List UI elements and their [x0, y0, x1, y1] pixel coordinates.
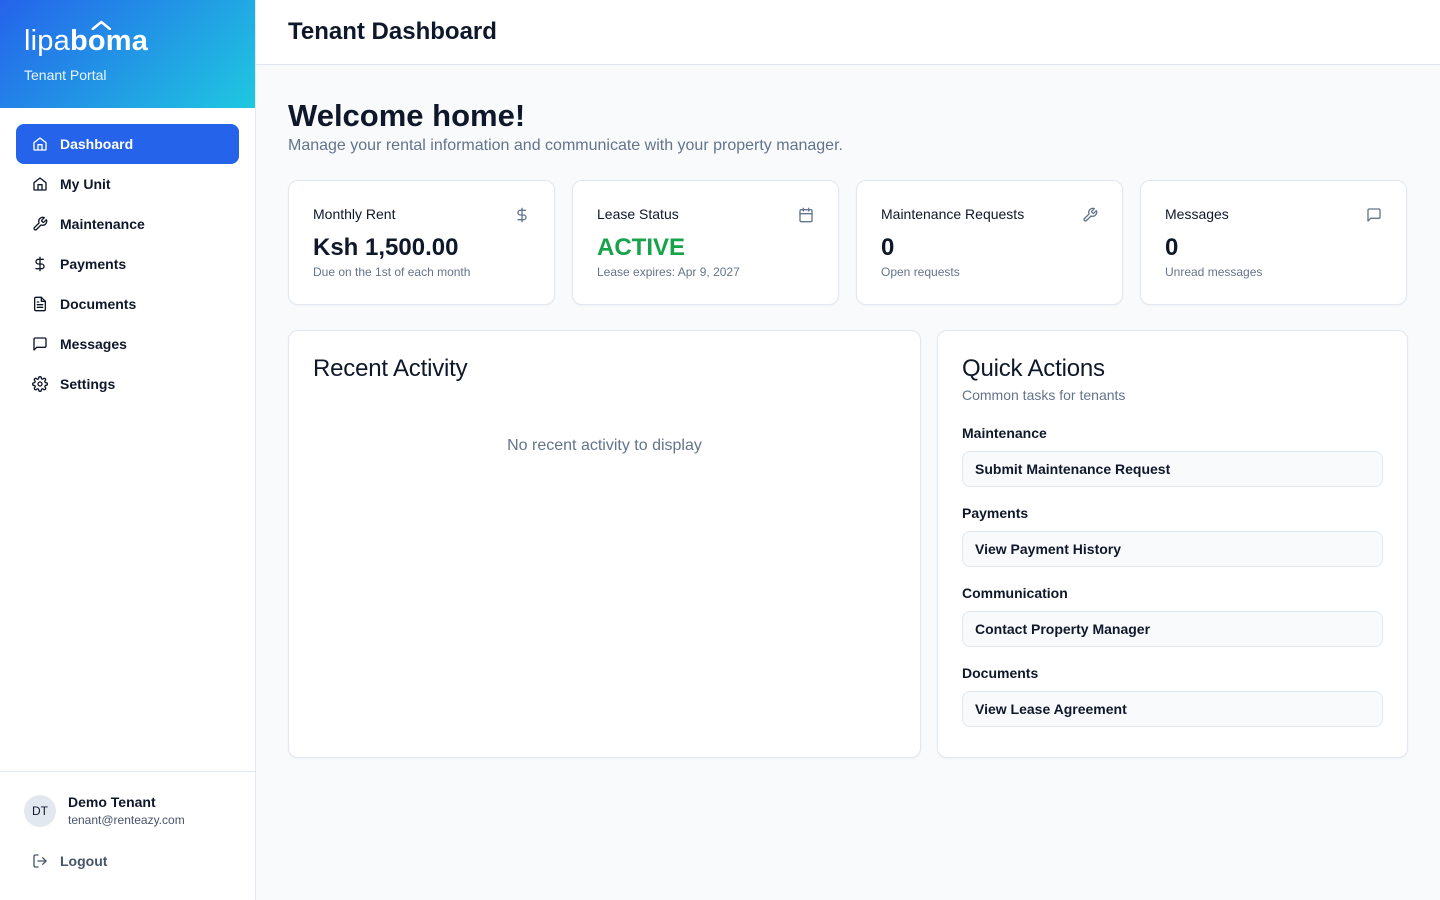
sidebar: lipaboma Tenant Portal Dashboard My Unit… [0, 0, 256, 900]
panels-row: Recent Activity No recent activity to di… [288, 330, 1408, 758]
sidebar-item-settings[interactable]: Settings [16, 364, 239, 404]
stat-card-maintenance-requests: Maintenance Requests 0 Open requests [856, 180, 1123, 305]
message-icon [32, 336, 48, 352]
view-lease-agreement-button[interactable]: View Lease Agreement [962, 691, 1383, 727]
stat-title: Messages [1165, 206, 1229, 222]
qa-group-documents: Documents View Lease Agreement [962, 665, 1383, 727]
user-email: tenant@renteazy.com [68, 813, 185, 827]
sidebar-item-label: My Unit [60, 176, 111, 192]
sidebar-item-maintenance[interactable]: Maintenance [16, 204, 239, 244]
sidebar-item-documents[interactable]: Documents [16, 284, 239, 324]
qa-group-payments: Payments View Payment History [962, 505, 1383, 567]
qa-group-label: Documents [962, 665, 1039, 681]
sidebar-item-label: Payments [60, 256, 127, 272]
stats-row: Monthly Rent Ksh 1,500.00 Due on the 1st… [288, 180, 1408, 305]
view-payment-history-button[interactable]: View Payment History [962, 531, 1383, 567]
quick-actions-subtitle: Common tasks for tenants [962, 387, 1126, 403]
recent-activity-title: Recent Activity [313, 355, 468, 382]
sidebar-nav: Dashboard My Unit Maintenance Payments D… [0, 108, 255, 404]
stat-card-monthly-rent: Monthly Rent Ksh 1,500.00 Due on the 1st… [288, 180, 555, 305]
stat-title: Monthly Rent [313, 206, 396, 222]
recent-activity-panel: Recent Activity No recent activity to di… [288, 330, 921, 758]
sidebar-item-label: Messages [60, 336, 127, 352]
sidebar-item-label: Settings [60, 376, 116, 392]
stat-value: 0 [1165, 234, 1179, 261]
gear-icon [32, 376, 48, 392]
logo-roof-icon [91, 20, 112, 30]
sidebar-item-dashboard[interactable]: Dashboard [16, 124, 239, 164]
qa-group-label: Communication [962, 585, 1068, 601]
logout-icon [33, 854, 47, 868]
top-bar: Tenant Dashboard [256, 0, 1440, 65]
page-title: Tenant Dashboard [288, 18, 497, 45]
stat-card-lease-status: Lease Status ACTIVE Lease expires: Apr 9… [572, 180, 839, 305]
user-name: Demo Tenant [68, 794, 156, 810]
sidebar-footer: DT Demo Tenant tenant@renteazy.com Logou… [0, 771, 255, 900]
sidebar-item-messages[interactable]: Messages [16, 324, 239, 364]
message-icon [1366, 207, 1382, 223]
avatar: DT [24, 794, 56, 827]
calendar-icon [798, 207, 814, 223]
main-content: Welcome home! Manage your rental informa… [288, 65, 1408, 758]
stat-value: 0 [881, 234, 895, 261]
sidebar-item-label: Documents [60, 296, 137, 312]
stat-note: Open requests [881, 265, 960, 279]
dollar-icon [514, 207, 530, 223]
logo[interactable]: lipaboma [24, 20, 148, 58]
quick-actions-title: Quick Actions [962, 355, 1105, 382]
dollar-icon [32, 256, 48, 272]
sidebar-item-payments[interactable]: Payments [16, 244, 239, 284]
portal-label: Tenant Portal [24, 67, 107, 83]
wrench-icon [1082, 207, 1098, 223]
stat-card-messages: Messages 0 Unread messages [1140, 180, 1407, 305]
logout-button[interactable]: Logout [24, 853, 231, 869]
submit-maintenance-request-button[interactable]: Submit Maintenance Request [962, 451, 1383, 487]
sidebar-item-my-unit[interactable]: My Unit [16, 164, 239, 204]
stat-value: Ksh 1,500.00 [313, 234, 459, 261]
stat-note: Unread messages [1165, 265, 1263, 279]
home-icon [32, 136, 48, 152]
qa-group-label: Payments [962, 505, 1029, 521]
stat-note: Lease expires: Apr 9, 2027 [597, 265, 740, 279]
empty-state-text: No recent activity to display [507, 437, 702, 454]
qa-group-label: Maintenance [962, 425, 1047, 441]
stat-title: Maintenance Requests [881, 206, 1025, 222]
lease-status-value: ACTIVE [597, 234, 686, 261]
qa-group-communication: Communication Contact Property Manager [962, 585, 1383, 647]
sidebar-item-label: Maintenance [60, 216, 145, 232]
stat-title: Lease Status [597, 206, 679, 222]
contact-property-manager-button[interactable]: Contact Property Manager [962, 611, 1383, 647]
quick-actions-panel: Quick Actions Common tasks for tenants M… [937, 330, 1408, 758]
brand-header: lipaboma Tenant Portal [0, 0, 255, 108]
wrench-icon [32, 216, 48, 232]
sidebar-item-label: Dashboard [60, 136, 134, 152]
home-icon [32, 176, 48, 192]
file-icon [32, 296, 48, 312]
logout-label: Logout [60, 853, 108, 869]
welcome-heading: Welcome home! [288, 98, 526, 133]
qa-group-maintenance: Maintenance Submit Maintenance Request [962, 425, 1383, 487]
stat-note: Due on the 1st of each month [313, 265, 471, 279]
welcome-subtitle: Manage your rental information and commu… [288, 137, 843, 154]
user-profile[interactable]: DT Demo Tenant tenant@renteazy.com [24, 794, 231, 827]
